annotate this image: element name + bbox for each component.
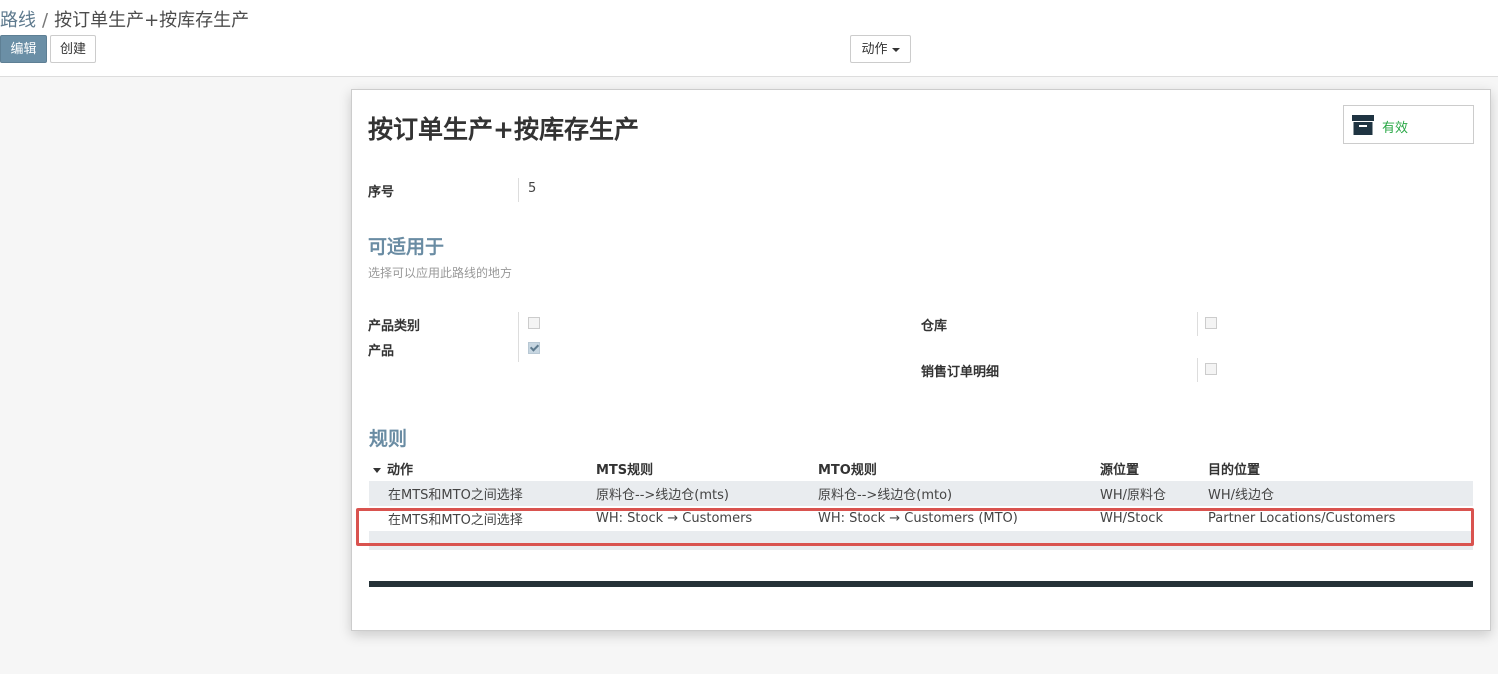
table-row[interactable]: 在MTS和MTO之间选择 原料仓-->线边仓(mts) 原料仓-->线边仓(mt… [369, 481, 1473, 506]
cell-mts-rule: 原料仓-->线边仓(mts) [596, 481, 818, 506]
column-header-destination-location[interactable]: 目的位置 [1208, 456, 1473, 481]
action-label: 动作 [861, 42, 888, 57]
field-divider [1197, 358, 1198, 382]
action-dropdown-button[interactable]: 动作 [850, 35, 911, 63]
breadcrumb-current: 按订单生产+按库存生产 [54, 10, 250, 31]
applicable-section-title: 可适用于 [368, 236, 445, 258]
table-row[interactable]: 在MTS和MTO之间选择 WH: Stock → Customers WH: S… [369, 506, 1473, 531]
edit-button[interactable]: 编辑 [0, 35, 47, 63]
record-title: 按订单生产+按库存生产 [368, 115, 639, 144]
cell-mts-rule: WH: Stock → Customers [596, 506, 818, 531]
field-divider [518, 312, 519, 362]
product-label: 产品 [368, 344, 395, 359]
sale-line-label: 销售订单明细 [921, 365, 1000, 380]
empty-table-row [369, 531, 1473, 550]
rules-table: 动作 MTS规则 MTO规则 源位置 目的位置 在MTS和MTO之间选择 原料仓… [369, 456, 1473, 558]
control-panel: 路线 / 按订单生产+按库存生产 编辑 创建 动作 [0, 0, 1498, 77]
column-header-mts-rule[interactable]: MTS规则 [596, 456, 818, 481]
product-category-label: 产品类别 [368, 319, 421, 334]
sort-caret-icon [373, 468, 381, 473]
cell-destination-location: WH/线边仓 [1208, 481, 1473, 506]
form-sheet: 按订单生产+按库存生产 有效 序号 5 可适用于 选择可以应用此路线的地方 产品… [351, 89, 1491, 631]
product-category-checkbox[interactable] [528, 317, 540, 329]
create-button[interactable]: 创建 [50, 35, 96, 63]
active-label: 有效 [1382, 121, 1409, 136]
applicable-help-text: 选择可以应用此路线的地方 [368, 266, 513, 280]
column-header-source-location[interactable]: 源位置 [1100, 456, 1208, 481]
sale-line-checkbox[interactable] [1205, 363, 1217, 375]
cell-mto-rule: WH: Stock → Customers (MTO) [818, 506, 1100, 531]
column-header-mto-rule[interactable]: MTO规则 [818, 456, 1100, 481]
table-footer-bar [369, 581, 1473, 587]
rules-section-title: 规则 [369, 428, 408, 450]
cell-source-location: WH/原料仓 [1100, 481, 1208, 506]
sequence-label: 序号 [368, 185, 395, 200]
cell-action: 在MTS和MTO之间选择 [369, 481, 596, 506]
breadcrumb: 路线 / 按订单生产+按库存生产 [0, 6, 249, 32]
field-divider [518, 178, 519, 202]
cell-source-location: WH/Stock [1100, 506, 1208, 531]
caret-down-icon [891, 47, 900, 52]
breadcrumb-separator: / [42, 10, 49, 31]
warehouse-label: 仓库 [921, 319, 948, 334]
archive-icon [1352, 115, 1374, 135]
cell-action: 在MTS和MTO之间选择 [369, 506, 596, 531]
table-header-row: 动作 MTS规则 MTO规则 源位置 目的位置 [369, 456, 1473, 481]
field-divider [1197, 312, 1198, 336]
column-header-action[interactable]: 动作 [369, 456, 596, 481]
product-checkbox[interactable] [528, 342, 540, 354]
cell-mto-rule: 原料仓-->线边仓(mto) [818, 481, 1100, 506]
active-toggle-button[interactable]: 有效 [1343, 105, 1474, 144]
breadcrumb-parent-link[interactable]: 路线 [0, 10, 36, 31]
sequence-value[interactable]: 5 [528, 181, 536, 196]
warehouse-checkbox[interactable] [1205, 317, 1217, 329]
empty-table-row [369, 550, 1473, 558]
cell-destination-location: Partner Locations/Customers [1208, 506, 1473, 531]
